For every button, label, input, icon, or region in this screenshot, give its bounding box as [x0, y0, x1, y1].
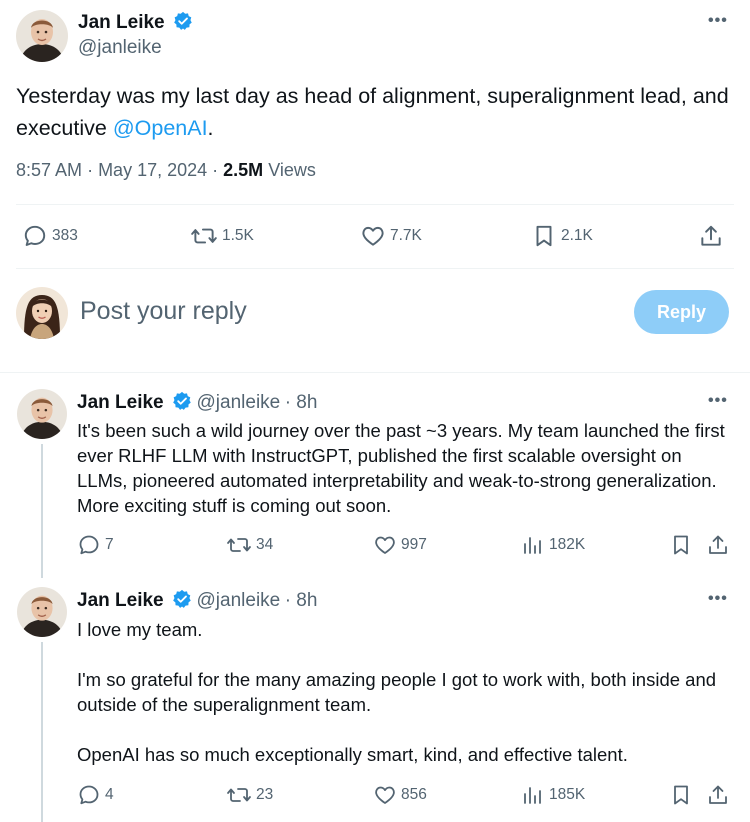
reply-icon	[24, 225, 46, 246]
share-action[interactable]	[698, 223, 728, 249]
like-count: 856	[401, 786, 427, 803]
like-icon	[375, 536, 395, 554]
reply-count: 7	[105, 536, 114, 553]
reply-author-avatar[interactable]	[17, 587, 67, 637]
reply-author-name[interactable]: Jan Leike	[77, 392, 164, 413]
reply-button[interactable]: Reply	[634, 290, 729, 334]
share-icon	[701, 225, 721, 246]
thread-line	[41, 642, 43, 822]
repost-icon	[191, 228, 217, 244]
views-action[interactable]: 185K	[521, 783, 585, 807]
reply-separator: ·	[284, 590, 297, 611]
reply-action[interactable]: 4	[77, 783, 114, 807]
bookmark-action[interactable]	[669, 533, 697, 557]
share-action[interactable]	[706, 783, 734, 807]
author-name[interactable]: Jan Leike	[78, 12, 165, 33]
like-count: 997	[401, 536, 427, 553]
verified-badge-icon	[173, 589, 191, 608]
reply-icon	[79, 535, 99, 555]
views-count: 2.5M	[223, 160, 264, 180]
views-icon	[524, 787, 541, 804]
like-action[interactable]: 7.7K	[360, 223, 422, 249]
like-icon	[362, 226, 384, 246]
repost-count: 23	[256, 786, 274, 803]
divider	[16, 268, 734, 269]
reply-action[interactable]: 383	[22, 223, 78, 249]
bookmark-icon	[536, 225, 552, 247]
mention-link[interactable]: @OpenAI	[113, 116, 208, 140]
thread-line	[41, 444, 43, 578]
views-label: Views	[268, 160, 316, 180]
repost-count: 34	[256, 536, 274, 553]
like-count: 7.7K	[390, 227, 422, 244]
reply-time[interactable]: 8h	[296, 590, 317, 611]
tweet-text-end: .	[207, 116, 214, 140]
divider	[0, 372, 750, 373]
reply-text: It's been such a wild journey over the p…	[77, 420, 725, 516]
meta-separator: ·	[212, 160, 224, 180]
bookmark-action[interactable]	[669, 783, 697, 807]
reply-time[interactable]: 8h	[296, 392, 317, 413]
author-name-row[interactable]: Jan Leike	[78, 11, 193, 34]
repost-count: 1.5K	[222, 227, 254, 244]
bookmark-icon	[674, 535, 688, 555]
share-icon	[709, 785, 727, 804]
author-handle[interactable]: @janleike	[78, 37, 162, 59]
more-icon[interactable]: •••	[708, 392, 728, 410]
repost-icon	[227, 788, 251, 802]
tweet-metadata: 8:57 AM · May 17, 2024 · 2.5M Views	[16, 160, 316, 181]
reply-author-handle[interactable]: @janleike	[197, 590, 281, 611]
reply-author-name[interactable]: Jan Leike	[77, 590, 164, 611]
like-icon	[375, 786, 395, 804]
repost-action[interactable]: 34	[226, 533, 273, 557]
reply-count: 383	[52, 227, 78, 244]
reply-count: 4	[105, 786, 114, 803]
like-action[interactable]: 856	[373, 783, 427, 807]
reply-action[interactable]: 7	[77, 533, 114, 557]
reply-author-avatar[interactable]	[17, 389, 67, 439]
bookmark-count: 2.1K	[561, 227, 593, 244]
reply-author-handle[interactable]: @janleike	[197, 392, 281, 413]
reply-text: I love my team. I'm so grateful for the …	[77, 619, 717, 765]
verified-badge-icon	[173, 391, 191, 410]
divider	[16, 204, 734, 205]
more-icon[interactable]: •••	[708, 12, 728, 30]
author-avatar[interactable]	[16, 10, 68, 62]
bookmark-action[interactable]: 2.1K	[531, 223, 593, 249]
reply-separator: ·	[284, 392, 297, 413]
reply-header: Jan Leike @janleike · 8h	[77, 589, 317, 612]
tweet-date[interactable]: May 17, 2024	[98, 160, 207, 180]
tweet-time[interactable]: 8:57 AM	[16, 160, 82, 180]
tweet-text: Yesterday was my last day as head of ali…	[16, 80, 736, 144]
views-count: 185K	[549, 786, 586, 803]
repost-icon	[227, 538, 251, 552]
bookmark-icon	[674, 785, 688, 805]
user-avatar[interactable]	[16, 287, 68, 339]
repost-action[interactable]: 1.5K	[190, 223, 254, 249]
reply-icon	[79, 785, 99, 805]
reply-input[interactable]: Post your reply	[80, 297, 247, 326]
views-action[interactable]: 182K	[521, 533, 585, 557]
more-icon[interactable]: •••	[708, 590, 728, 608]
meta-separator: ·	[87, 160, 99, 180]
like-action[interactable]: 997	[373, 533, 427, 557]
repost-action[interactable]: 23	[226, 783, 273, 807]
share-icon	[709, 535, 727, 554]
share-action[interactable]	[706, 533, 734, 557]
views-icon	[524, 537, 541, 554]
reply-header: Jan Leike @janleike · 8h	[77, 391, 317, 414]
verified-badge-icon	[174, 11, 192, 30]
views-count: 182K	[549, 536, 586, 553]
